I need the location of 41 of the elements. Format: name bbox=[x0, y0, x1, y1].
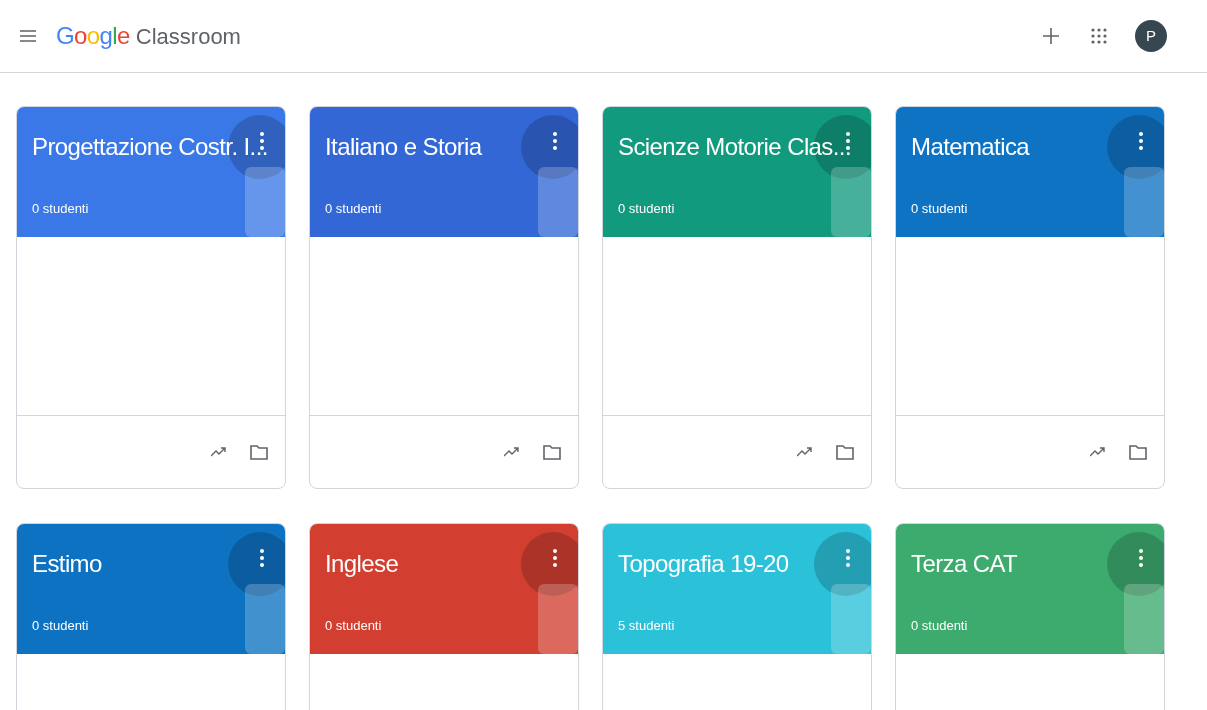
class-title[interactable]: Matematica bbox=[911, 129, 1030, 165]
student-count: 0 studenti bbox=[911, 200, 968, 218]
folder-icon[interactable] bbox=[249, 442, 269, 462]
more-options-icon[interactable] bbox=[552, 548, 558, 568]
class-card[interactable]: Scienze Motorie Clas... 0 studenti bbox=[602, 106, 872, 489]
class-card[interactable]: Terza CAT 0 studenti bbox=[895, 523, 1165, 710]
app-logo[interactable]: Google Classroom bbox=[56, 18, 241, 54]
folder-icon[interactable] bbox=[835, 442, 855, 462]
folder-icon[interactable] bbox=[1128, 442, 1148, 462]
student-count: 5 studenti bbox=[618, 617, 675, 635]
class-banner[interactable]: Matematica 0 studenti bbox=[896, 107, 1164, 237]
class-card[interactable]: Estimo 0 studenti bbox=[16, 523, 286, 710]
class-title[interactable]: Italiano e Storia bbox=[325, 129, 482, 165]
class-card[interactable]: Progettazione Costr. I... 0 studenti bbox=[16, 106, 286, 489]
class-banner[interactable]: Scienze Motorie Clas... 0 studenti bbox=[603, 107, 871, 237]
more-options-icon[interactable] bbox=[845, 548, 851, 568]
class-card[interactable]: Matematica 0 studenti bbox=[895, 106, 1165, 489]
class-title[interactable]: Estimo bbox=[32, 546, 102, 582]
class-title[interactable]: Terza CAT bbox=[911, 546, 1018, 582]
more-options-icon[interactable] bbox=[1138, 131, 1144, 151]
class-title[interactable]: Scienze Motorie Clas... bbox=[618, 129, 851, 165]
class-title[interactable]: Inglese bbox=[325, 546, 399, 582]
student-count: 0 studenti bbox=[32, 617, 89, 635]
class-card[interactable]: Inglese 0 studenti bbox=[309, 523, 579, 710]
folder-icon[interactable] bbox=[542, 442, 562, 462]
class-card[interactable]: Italiano e Storia 0 studenti bbox=[309, 106, 579, 489]
more-options-icon[interactable] bbox=[1138, 548, 1144, 568]
student-count: 0 studenti bbox=[325, 617, 382, 635]
student-count: 0 studenti bbox=[618, 200, 675, 218]
student-count: 0 studenti bbox=[325, 200, 382, 218]
account-avatar[interactable]: P bbox=[1135, 20, 1167, 52]
more-options-icon[interactable] bbox=[552, 131, 558, 151]
student-count: 0 studenti bbox=[32, 200, 89, 218]
class-banner[interactable]: Terza CAT 0 studenti bbox=[896, 524, 1164, 654]
class-banner[interactable]: Italiano e Storia 0 studenti bbox=[310, 107, 578, 237]
more-options-icon[interactable] bbox=[259, 548, 265, 568]
class-banner[interactable]: Estimo 0 studenti bbox=[17, 524, 285, 654]
class-banner[interactable]: Progettazione Costr. I... 0 studenti bbox=[17, 107, 285, 237]
class-title[interactable]: Progettazione Costr. I... bbox=[32, 129, 268, 165]
student-count: 0 studenti bbox=[911, 617, 968, 635]
class-banner[interactable]: Inglese 0 studenti bbox=[310, 524, 578, 654]
